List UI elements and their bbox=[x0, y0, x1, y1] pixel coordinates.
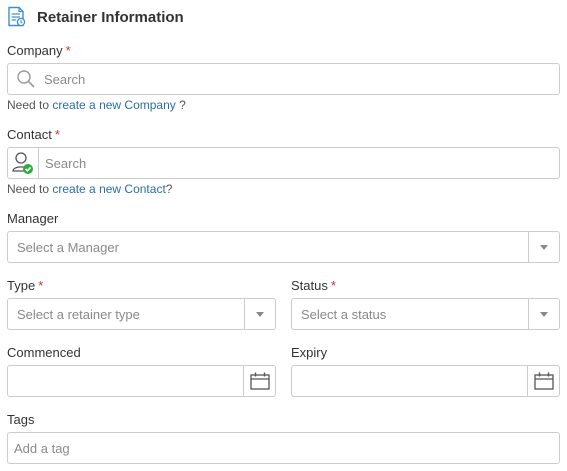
contact-search-placeholder: Search bbox=[45, 155, 87, 171]
tags-label: Tags bbox=[7, 412, 35, 427]
required-marker: * bbox=[54, 127, 60, 142]
tags-input-placeholder: Add a tag bbox=[14, 440, 70, 456]
create-contact-link[interactable]: create a new Contact bbox=[52, 182, 165, 196]
search-icon bbox=[8, 64, 44, 94]
type-select-placeholder: Select a retainer type bbox=[17, 306, 140, 322]
manager-select[interactable]: Select a Manager bbox=[7, 231, 560, 263]
required-marker: * bbox=[65, 43, 71, 58]
chevron-down-icon bbox=[256, 311, 264, 317]
manager-label: Manager bbox=[7, 211, 59, 226]
contact-person-check-icon bbox=[8, 148, 39, 178]
status-label: Status * bbox=[291, 278, 336, 293]
commenced-calendar-button[interactable] bbox=[243, 366, 275, 396]
manager-select-placeholder: Select a Manager bbox=[17, 239, 119, 255]
create-company-link[interactable]: create a new Company bbox=[52, 98, 175, 112]
type-select[interactable]: Select a retainer type bbox=[7, 298, 276, 330]
section-title: Retainer Information bbox=[37, 8, 184, 26]
commenced-label: Commenced bbox=[7, 345, 81, 360]
required-marker: * bbox=[330, 278, 336, 293]
type-dropdown-arrow[interactable] bbox=[244, 299, 275, 329]
chevron-down-icon bbox=[540, 244, 548, 250]
contact-search-field[interactable]: Search bbox=[7, 147, 560, 179]
contact-label: Contact * bbox=[7, 127, 60, 142]
section-header: Retainer Information bbox=[7, 6, 184, 28]
company-search-field[interactable]: Search bbox=[7, 63, 560, 95]
calendar-icon bbox=[533, 372, 554, 390]
company-label: Company * bbox=[7, 43, 71, 58]
expiry-date-field[interactable] bbox=[291, 365, 560, 397]
retainer-document-icon bbox=[7, 6, 27, 28]
manager-dropdown-arrow[interactable] bbox=[528, 232, 559, 262]
status-select[interactable]: Select a status bbox=[291, 298, 560, 330]
company-help-text: Need to create a new Company ? bbox=[7, 98, 186, 112]
status-select-placeholder: Select a status bbox=[301, 306, 387, 322]
tags-input[interactable]: Add a tag bbox=[7, 432, 560, 464]
company-search-placeholder: Search bbox=[44, 71, 86, 87]
chevron-down-icon bbox=[540, 311, 548, 317]
calendar-icon bbox=[249, 372, 270, 390]
commenced-date-field[interactable] bbox=[7, 365, 276, 397]
status-dropdown-arrow[interactable] bbox=[528, 299, 559, 329]
type-label: Type * bbox=[7, 278, 44, 293]
required-marker: * bbox=[38, 278, 44, 293]
expiry-calendar-button[interactable] bbox=[527, 366, 559, 396]
expiry-label: Expiry bbox=[291, 345, 328, 360]
contact-help-text: Need to create a new Contact? bbox=[7, 182, 173, 196]
